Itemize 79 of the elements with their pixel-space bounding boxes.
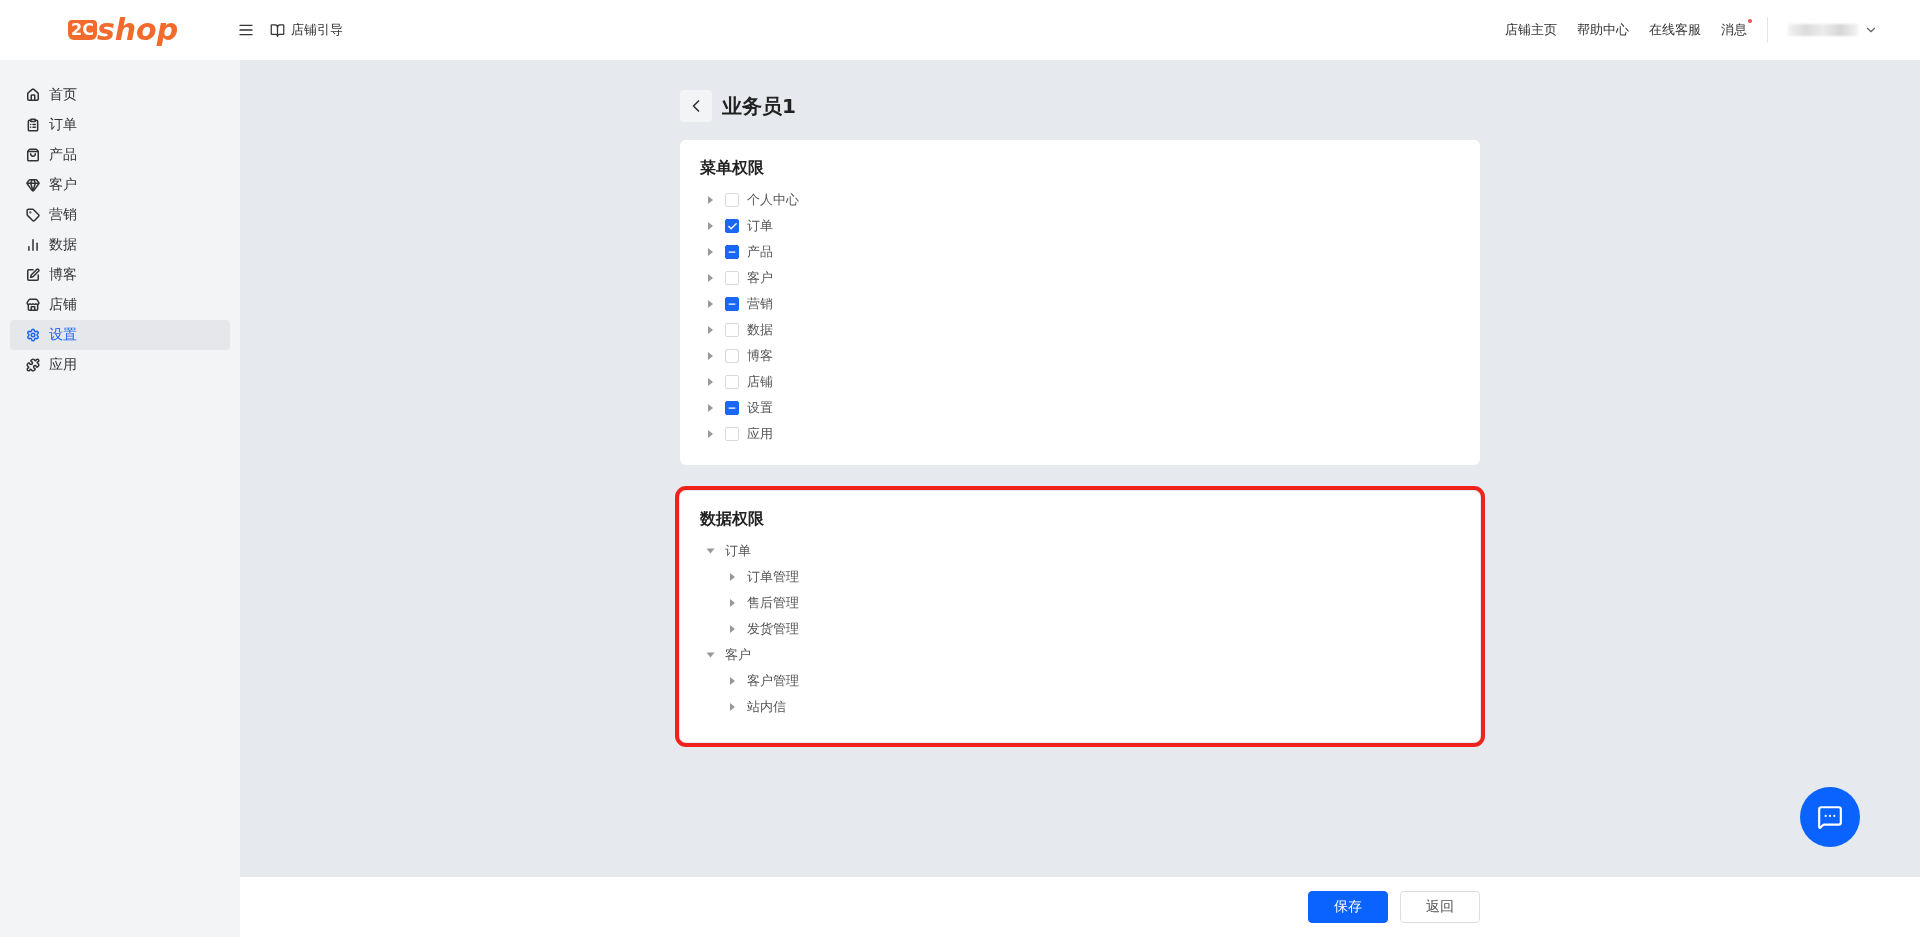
top-link[interactable]: 在线客服 bbox=[1649, 21, 1701, 39]
sidebar-item[interactable]: 营销 bbox=[10, 200, 230, 230]
back-button[interactable] bbox=[680, 90, 712, 122]
checkbox[interactable] bbox=[725, 219, 739, 233]
sidebar-item[interactable]: 客户 bbox=[10, 170, 230, 200]
sidebar-item[interactable]: 数据 bbox=[10, 230, 230, 260]
tree-node-label: 订单管理 bbox=[747, 568, 799, 586]
permission-label: 设置 bbox=[747, 399, 773, 417]
tree-node-label: 售后管理 bbox=[747, 594, 799, 612]
expand-caret-icon[interactable] bbox=[708, 248, 713, 256]
checkbox[interactable] bbox=[725, 297, 739, 311]
permission-label: 店铺 bbox=[747, 373, 773, 391]
tag-icon bbox=[26, 208, 40, 222]
expand-caret-icon[interactable] bbox=[708, 430, 713, 438]
card-title: 菜单权限 bbox=[700, 158, 765, 179]
expand-caret-icon[interactable] bbox=[708, 352, 713, 360]
expand-caret-icon[interactable] bbox=[708, 300, 713, 308]
permission-label: 营销 bbox=[747, 295, 773, 313]
menu-icon bbox=[238, 22, 254, 38]
tree-node-label: 发货管理 bbox=[747, 620, 799, 638]
save-button[interactable]: 保存 bbox=[1308, 891, 1388, 923]
permission-label: 个人中心 bbox=[747, 191, 799, 209]
expand-caret-icon[interactable] bbox=[708, 326, 713, 334]
card-title: 数据权限 bbox=[700, 509, 765, 530]
menu-toggle-button[interactable] bbox=[238, 22, 254, 38]
check-icon bbox=[726, 220, 738, 232]
logo-text: shop bbox=[96, 15, 179, 45]
tree-node-label: 客户 bbox=[725, 646, 751, 664]
checkbox[interactable] bbox=[725, 245, 739, 259]
expand-caret-icon[interactable] bbox=[708, 196, 713, 204]
storefront-icon bbox=[26, 298, 40, 312]
expand-caret-icon[interactable] bbox=[706, 652, 715, 658]
bar-chart-icon bbox=[26, 238, 40, 252]
expand-caret-icon[interactable] bbox=[730, 573, 735, 581]
permission-label: 博客 bbox=[747, 347, 773, 365]
expand-caret-icon[interactable] bbox=[708, 274, 713, 282]
sidebar-item[interactable]: 首页 bbox=[10, 80, 230, 110]
expand-caret-icon[interactable] bbox=[706, 548, 715, 554]
blurred-username bbox=[1788, 24, 1858, 36]
tree-node-label: 订单 bbox=[725, 542, 751, 560]
puzzle-icon bbox=[26, 358, 40, 372]
expand-caret-icon[interactable] bbox=[730, 703, 735, 711]
permission-label: 应用 bbox=[747, 425, 773, 443]
sidebar-item[interactable]: 设置 bbox=[10, 320, 230, 350]
chat-bubble-icon bbox=[1817, 804, 1843, 830]
bag-icon bbox=[26, 148, 40, 162]
book-icon bbox=[270, 22, 285, 38]
sidebar-item[interactable]: 应用 bbox=[10, 350, 230, 380]
sidebar-item[interactable]: 订单 bbox=[10, 110, 230, 140]
permission-label: 客户 bbox=[747, 269, 773, 287]
sidebar-item[interactable]: 博客 bbox=[10, 260, 230, 290]
sidebar-item[interactable]: 店铺 bbox=[10, 290, 230, 320]
user-menu[interactable] bbox=[1788, 23, 1878, 37]
permission-label: 数据 bbox=[747, 321, 773, 339]
permission-label: 产品 bbox=[747, 243, 773, 261]
page-title: 业务员1 bbox=[722, 92, 796, 120]
tree-node-label: 客户管理 bbox=[747, 672, 799, 690]
permission-label: 订单 bbox=[747, 217, 773, 235]
checkbox[interactable] bbox=[725, 401, 739, 415]
tree-node-label: 站内信 bbox=[747, 698, 786, 716]
expand-caret-icon[interactable] bbox=[708, 404, 713, 412]
pen-square-icon bbox=[26, 268, 40, 282]
expand-caret-icon[interactable] bbox=[708, 378, 713, 386]
top-link[interactable]: 店铺主页 bbox=[1505, 21, 1557, 39]
return-button[interactable]: 返回 bbox=[1400, 891, 1480, 923]
chat-button[interactable] bbox=[1800, 787, 1860, 847]
sidebar-item[interactable]: 产品 bbox=[10, 140, 230, 170]
logo-mark: 2C bbox=[68, 20, 97, 40]
home-icon bbox=[26, 88, 40, 102]
top-link[interactable]: 帮助中心 bbox=[1577, 21, 1629, 39]
store-guide-button[interactable]: 店铺引导 bbox=[270, 21, 343, 39]
clipboard-icon bbox=[26, 118, 40, 132]
messages-link[interactable]: 消息 bbox=[1721, 21, 1747, 39]
expand-caret-icon[interactable] bbox=[708, 222, 713, 230]
expand-caret-icon[interactable] bbox=[730, 677, 735, 685]
expand-caret-icon[interactable] bbox=[730, 599, 735, 607]
diamond-icon bbox=[26, 178, 40, 192]
expand-caret-icon[interactable] bbox=[730, 625, 735, 633]
gear-icon bbox=[26, 328, 40, 342]
